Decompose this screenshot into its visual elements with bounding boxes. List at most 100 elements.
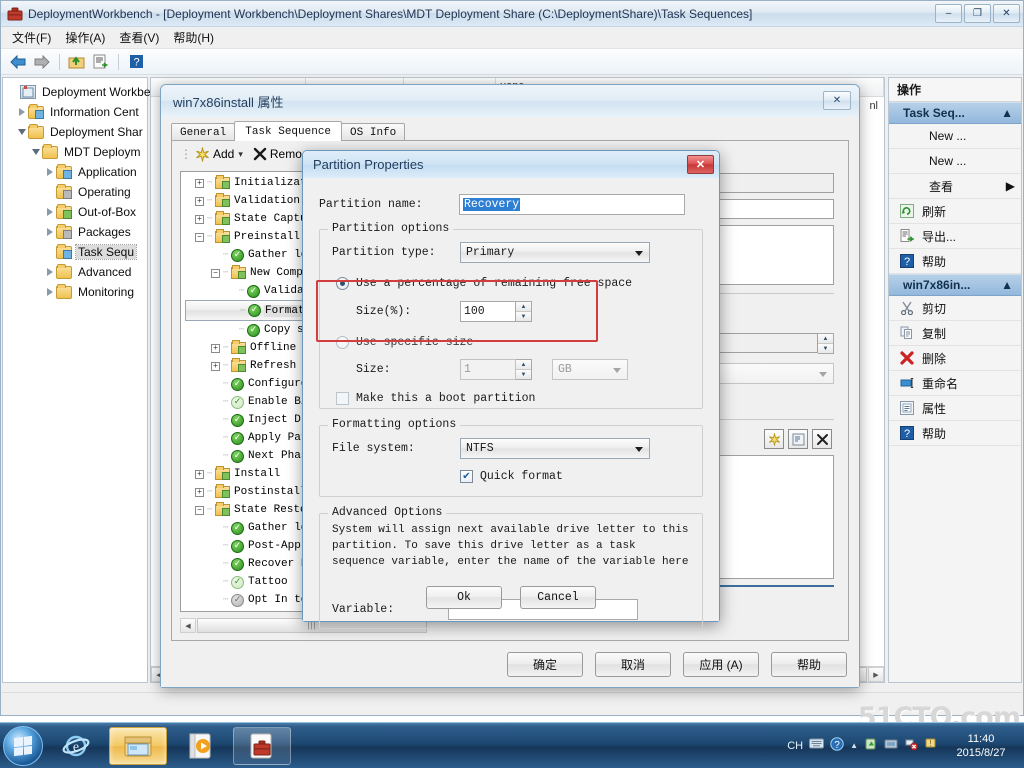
chevron-right-icon[interactable] — [15, 106, 28, 119]
spin-up-icon[interactable]: ▲ — [818, 334, 833, 344]
help-button[interactable]: 帮助 — [771, 652, 847, 677]
action-view[interactable]: 查看 ▶ — [889, 174, 1021, 199]
boot-partition-row[interactable]: Make this a boot partition — [332, 392, 690, 405]
tab-general[interactable]: General — [171, 123, 236, 141]
expander-plus-icon[interactable]: + — [211, 343, 220, 353]
tree-item-applications[interactable]: Application — [5, 162, 147, 182]
scroll-left-arrow[interactable]: ◀ — [180, 618, 196, 633]
action-copy[interactable]: 复制 — [889, 321, 1021, 346]
back-icon[interactable] — [7, 51, 29, 73]
tree-item-out-of-box-drivers[interactable]: Out-of-Box — [5, 202, 147, 222]
spin-down-icon[interactable]: ▼ — [516, 312, 531, 321]
edit-icon[interactable] — [788, 429, 808, 449]
spin-up-icon[interactable]: ▲ — [516, 302, 531, 312]
minimize-button[interactable]: – — [935, 4, 962, 23]
size-unit-select[interactable]: GB — [552, 359, 628, 380]
tree-item-advanced-configuration[interactable]: Advanced — [5, 262, 147, 282]
expander-minus-icon[interactable]: − — [211, 268, 220, 278]
remove-button[interactable]: Remo — [253, 147, 302, 161]
menu-view[interactable]: 查看(V) — [112, 27, 166, 48]
add-button[interactable]: Add — [195, 146, 234, 162]
taskbar-windows-explorer-icon[interactable] — [109, 726, 167, 765]
taskbar-internet-explorer-icon[interactable]: e — [47, 727, 105, 765]
close-icon[interactable]: ✕ — [823, 91, 851, 110]
help-icon[interactable]: ? — [830, 737, 844, 754]
chevron-right-icon[interactable] — [43, 206, 56, 219]
scroll-right-arrow[interactable]: ▶ — [868, 667, 884, 682]
spin-up-icon[interactable]: ▲ — [516, 360, 531, 370]
new-icon[interactable] — [764, 429, 784, 449]
specific-size-input[interactable]: 1 — [460, 359, 516, 380]
close-button[interactable]: ✕ — [993, 4, 1020, 23]
expander-minus-icon[interactable]: − — [195, 505, 204, 515]
expander-plus-icon[interactable]: + — [195, 469, 204, 479]
tree-item-operating-systems[interactable]: Operating — [5, 182, 147, 202]
chevron-right-icon[interactable] — [43, 166, 56, 179]
partition-name-input[interactable]: Recovery — [459, 194, 685, 215]
tree-item-monitoring[interactable]: Monitoring — [5, 282, 147, 302]
network-icon[interactable] — [884, 738, 898, 753]
actions-group-win7x86install[interactable]: win7x86in... ▲ — [889, 274, 1021, 296]
expander-plus-icon[interactable]: + — [195, 178, 204, 188]
chevron-down-icon[interactable] — [29, 146, 42, 159]
tree-item-deployment-shares[interactable]: Deployment Shar — [5, 122, 147, 142]
clock[interactable]: 11:40 2015/8/27 — [944, 732, 1018, 760]
action-new-task-sequence[interactable]: New ... — [889, 124, 1021, 149]
action-help-2[interactable]: ? 帮助 — [889, 421, 1021, 446]
close-icon[interactable]: ✕ — [687, 155, 714, 174]
flag-icon[interactable]: ! — [924, 737, 938, 754]
tree-item-deployment-workbench[interactable]: Deployment Workbe — [5, 82, 151, 102]
tree-item-mdt-deployment-share[interactable]: MDT Deploym — [5, 142, 147, 162]
expander-plus-icon[interactable]: + — [195, 487, 204, 497]
menu-help[interactable]: 帮助(H) — [166, 27, 221, 48]
boot-partition-checkbox[interactable] — [336, 392, 349, 405]
action-refresh[interactable]: 刷新 — [889, 199, 1021, 224]
chevron-up-icon[interactable]: ▲ — [1001, 106, 1013, 120]
chevron-down-icon[interactable] — [15, 126, 28, 139]
add-dropdown-caret[interactable]: ▾ — [238, 149, 243, 160]
apply-button[interactable]: 应用 (A) — [683, 652, 759, 677]
action-new-folder[interactable]: New ... — [889, 149, 1021, 174]
expander-plus-icon[interactable]: + — [195, 196, 204, 206]
use-percentage-radio[interactable] — [336, 277, 349, 290]
chevron-right-icon[interactable] — [43, 226, 56, 239]
tab-task-sequence[interactable]: Task Sequence — [234, 121, 343, 141]
percentage-size-input[interactable]: 100 — [460, 301, 516, 322]
tree-item-task-sequences[interactable]: Task Sequ — [5, 242, 147, 262]
expander-plus-icon[interactable]: + — [211, 361, 220, 371]
chevron-right-icon[interactable] — [43, 266, 56, 279]
action-export-list[interactable]: 导出... — [889, 224, 1021, 249]
spinner-buttons[interactable]: ▲ ▼ — [818, 333, 834, 354]
file-system-select[interactable]: NTFS — [460, 438, 650, 459]
partition-type-select[interactable]: Primary — [460, 242, 650, 263]
actions-group-task-sequences[interactable]: Task Seq... ▲ — [889, 102, 1021, 124]
expander-plus-icon[interactable]: + — [195, 214, 204, 224]
action-help-1[interactable]: ? 帮助 — [889, 249, 1021, 274]
action-properties[interactable]: 属性 — [889, 396, 1021, 421]
ime-indicator[interactable]: CH — [787, 740, 803, 752]
action-cut[interactable]: 剪切 — [889, 296, 1021, 321]
properties-icon[interactable] — [90, 51, 112, 73]
ok-button[interactable]: 确定 — [507, 652, 583, 677]
action-delete[interactable]: 删除 — [889, 346, 1021, 371]
spin-down-icon[interactable]: ▼ — [516, 370, 531, 379]
ok-button[interactable]: Ok — [426, 586, 502, 609]
menu-file[interactable]: 文件(F) — [5, 27, 58, 48]
menu-action[interactable]: 操作(A) — [58, 27, 112, 48]
taskbar-deployment-workbench-icon[interactable] — [233, 726, 291, 765]
delete-icon[interactable] — [812, 429, 832, 449]
start-orb[interactable] — [3, 725, 43, 766]
tab-os-info[interactable]: OS Info — [341, 123, 406, 141]
spin-down-icon[interactable]: ▼ — [818, 344, 833, 353]
percentage-size-spinner[interactable]: ▲ ▼ — [516, 301, 532, 322]
restore-button[interactable]: ❐ — [964, 4, 991, 23]
cancel-button[interactable]: 取消 — [595, 652, 671, 677]
quick-format-checkbox[interactable]: ✔ — [460, 470, 473, 483]
use-specific-radio[interactable] — [336, 336, 349, 349]
help-icon[interactable]: ? — [125, 51, 147, 73]
chevron-right-icon[interactable] — [43, 286, 56, 299]
taskbar-media-player-icon[interactable] — [171, 727, 229, 765]
forward-icon[interactable] — [31, 51, 53, 73]
cancel-button[interactable]: Cancel — [520, 586, 596, 609]
show-hidden-icons-icon[interactable]: ▲ — [850, 741, 858, 750]
